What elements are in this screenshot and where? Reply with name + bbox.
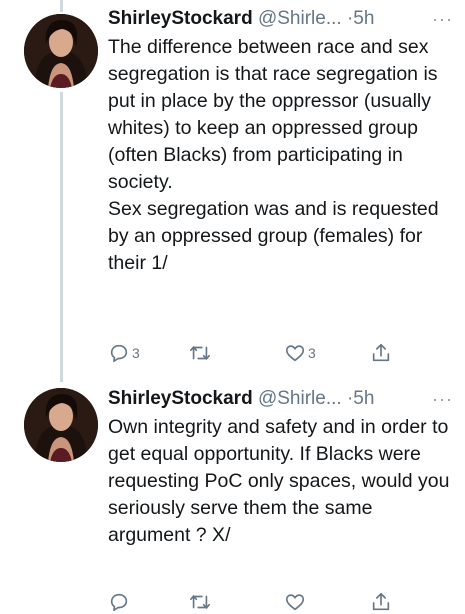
retweet-icon xyxy=(190,595,210,609)
avatar-image xyxy=(24,388,98,462)
tweet-actions xyxy=(108,590,408,614)
reply-icon xyxy=(110,344,128,363)
reply-count: 3 xyxy=(132,345,140,361)
reply-button[interactable] xyxy=(108,590,130,614)
tweet[interactable]: ShirleyStockard @Shirle... ·5h ··· Own i… xyxy=(0,384,465,612)
author-name[interactable]: ShirleyStockard xyxy=(108,8,253,29)
like-button[interactable] xyxy=(284,590,306,614)
author-handle[interactable]: @Shirle... xyxy=(258,8,342,29)
tweet-text: Own integrity and safety and in order to… xyxy=(108,414,460,549)
timestamp[interactable]: 5h xyxy=(353,8,374,29)
avatar-image xyxy=(24,14,98,88)
author-name[interactable]: ShirleyStockard xyxy=(108,388,253,409)
tweet-header: ShirleyStockard @Shirle... ·5h ··· xyxy=(108,384,455,414)
share-icon xyxy=(372,343,390,362)
retweet-button[interactable] xyxy=(188,341,212,365)
like-button[interactable]: 3 xyxy=(284,341,316,365)
avatar[interactable] xyxy=(24,14,98,88)
heart-icon xyxy=(285,594,305,611)
heart-icon xyxy=(285,345,305,362)
like-count: 3 xyxy=(308,345,316,361)
more-options-icon[interactable]: ··· xyxy=(432,384,453,414)
retweet-icon xyxy=(190,346,210,360)
share-icon xyxy=(372,592,390,611)
timestamp[interactable]: 5h xyxy=(353,388,374,409)
retweet-button[interactable] xyxy=(188,590,212,614)
tweet-paragraph: The difference between race and sex segr… xyxy=(108,36,438,193)
reply-button[interactable]: 3 xyxy=(108,341,140,365)
author-handle[interactable]: @Shirle... xyxy=(258,388,342,409)
tweet[interactable]: ShirleyStockard @Shirle... ·5h ··· The d… xyxy=(0,4,465,374)
share-button[interactable] xyxy=(370,590,392,614)
more-options-icon[interactable]: ··· xyxy=(432,4,453,34)
tweet-actions: 3 3 xyxy=(108,341,408,365)
tweet-paragraph: Own integrity and safety and in order to… xyxy=(108,416,450,546)
tweet-paragraph: Sex segregation was and is requested by … xyxy=(108,198,439,274)
reply-icon xyxy=(110,593,128,612)
avatar[interactable] xyxy=(24,388,98,462)
share-button[interactable] xyxy=(370,341,392,365)
tweet-header: ShirleyStockard @Shirle... ·5h ··· xyxy=(108,4,455,34)
tweet-text: The difference between race and sex segr… xyxy=(108,34,460,277)
